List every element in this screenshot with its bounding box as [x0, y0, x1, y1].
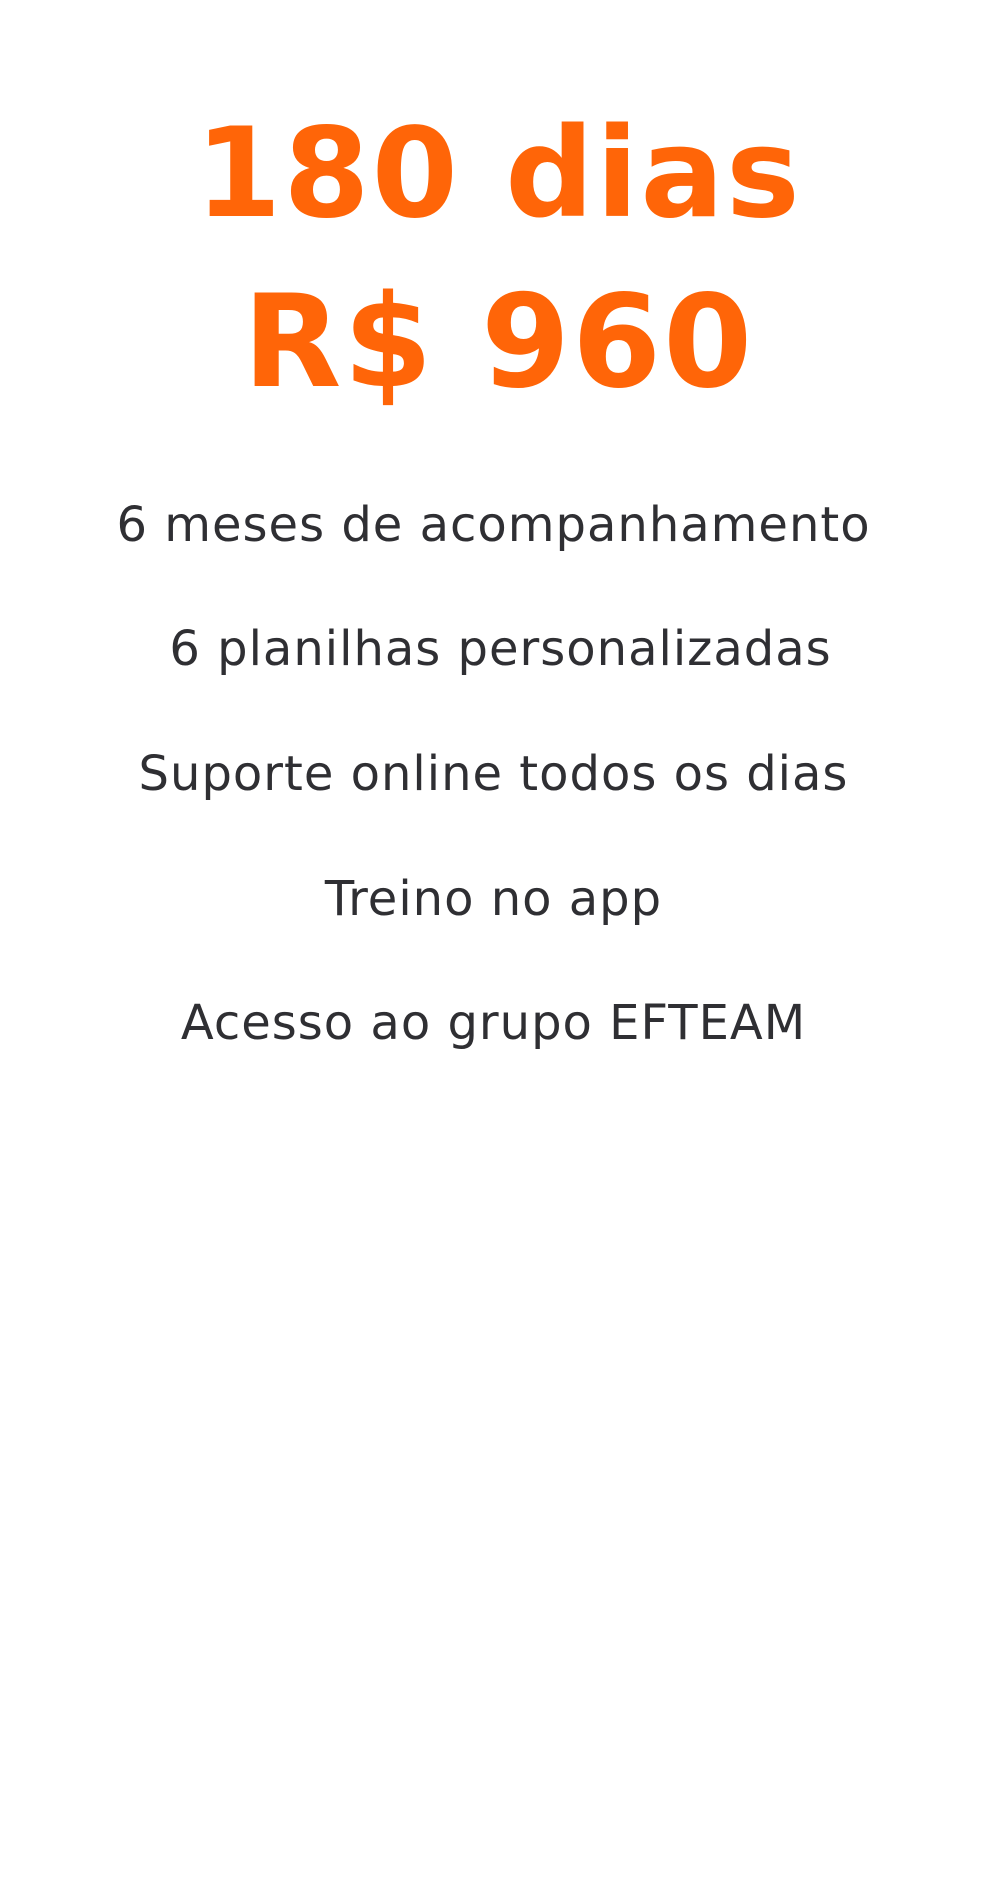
feature-item: 6 planilhas personalizadas [169, 621, 832, 677]
plan-price: R$ 960 [242, 268, 755, 417]
feature-item: Acesso ao grupo EFTEAM [180, 995, 807, 1051]
feature-item: Suporte online todos os dias [138, 746, 849, 802]
feature-item: Treino no app [324, 871, 663, 927]
plan-duration: 180 dias [195, 102, 802, 246]
pricing-card: 180 dias R$ 960 6 meses de acompanhament… [0, 0, 987, 1888]
feature-item: 6 meses de acompanhamento [116, 497, 871, 553]
